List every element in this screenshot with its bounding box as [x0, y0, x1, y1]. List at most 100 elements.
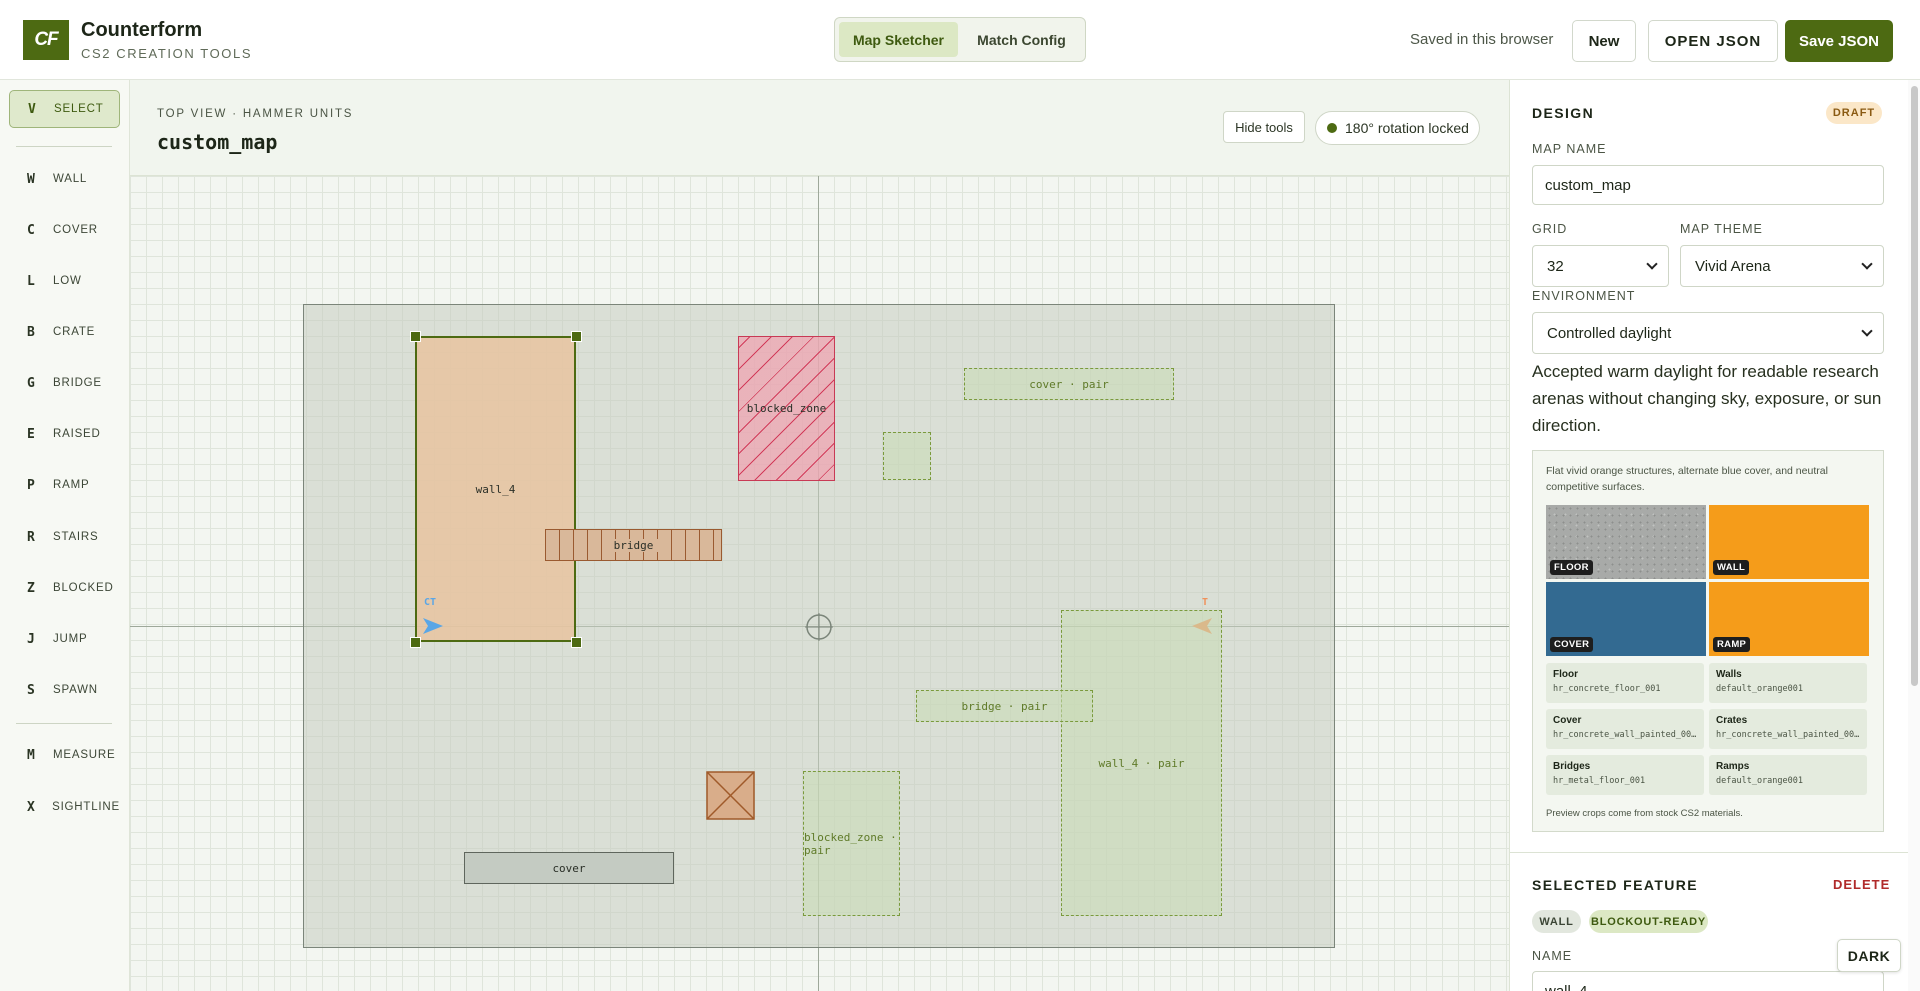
tool-label: CRATE: [53, 326, 96, 338]
tool-key: G: [27, 375, 35, 391]
tool-low[interactable]: L LOW: [9, 262, 120, 300]
feature-bridge-pair[interactable]: bridge · pair: [916, 690, 1093, 722]
app-header: CF Counterform CS2 CREATION TOOLS Map Sk…: [0, 0, 1920, 80]
material-ramps: Ramps default_orange001: [1709, 755, 1867, 795]
map-theme-select[interactable]: Vivid Arena: [1680, 245, 1884, 287]
spawn-ct-arrow-icon[interactable]: [421, 616, 445, 636]
feature-crate-icon[interactable]: [706, 771, 755, 820]
tool-raised[interactable]: E RAISED: [9, 415, 120, 453]
map-title: custom_map: [157, 130, 278, 154]
tool-select[interactable]: V SELECT: [9, 90, 120, 128]
theme-footnote: Preview crops come from stock CS2 materi…: [1546, 808, 1743, 819]
tool-cover[interactable]: C COVER: [9, 211, 120, 249]
resize-handle[interactable]: [571, 637, 582, 648]
tool-label: SIGHTLINE: [52, 801, 120, 813]
tool-key: C: [27, 222, 35, 238]
feature-cover-pair[interactable]: cover · pair: [964, 368, 1174, 400]
feature-label: wall_4 · pair: [1098, 756, 1185, 770]
feature-name-input[interactable]: wall_4: [1532, 971, 1884, 991]
tool-key: P: [27, 477, 35, 493]
feature-bridge[interactable]: bridge: [545, 529, 722, 561]
environment-select[interactable]: Controlled daylight: [1532, 312, 1884, 354]
theme-description: Flat vivid orange structures, alternate …: [1546, 465, 1828, 493]
chevron-down-icon: [1646, 258, 1658, 270]
tool-label: WALL: [53, 173, 88, 185]
feature-status-chip: BLOCKOUT-READY: [1589, 910, 1708, 933]
tool-key: S: [27, 682, 35, 698]
new-button[interactable]: New: [1572, 20, 1636, 62]
feature-label: bridge · pair: [961, 699, 1048, 713]
feature-blocked-zone-pair[interactable]: blocked_zone · pair: [803, 771, 900, 916]
tool-label: SPAWN: [53, 684, 98, 696]
tool-bridge[interactable]: G BRIDGE: [9, 364, 120, 402]
feature-crate-pair[interactable]: [883, 432, 931, 480]
tool-measure[interactable]: M MEASURE: [9, 736, 120, 774]
tool-key: X: [27, 799, 35, 815]
map-name-label: MAP NAME: [1532, 142, 1607, 156]
material-value: default_orange001: [1716, 684, 1803, 694]
rotation-label: 180° rotation locked: [1345, 120, 1469, 136]
swatch-label: FLOOR: [1550, 560, 1593, 575]
material-name: Floor: [1553, 669, 1578, 680]
tool-key: Z: [27, 580, 35, 596]
scrollbar-thumb[interactable]: [1911, 86, 1918, 686]
map-name-input[interactable]: custom_map: [1532, 165, 1884, 205]
brand-title: Counterform: [81, 19, 203, 41]
tool-label: JUMP: [53, 633, 88, 645]
tool-key: M: [27, 747, 35, 763]
map-theme-label: MAP THEME: [1680, 222, 1763, 236]
tool-crate[interactable]: B CRATE: [9, 313, 120, 351]
tool-stairs[interactable]: R STAIRS: [9, 518, 120, 556]
tool-sightline[interactable]: X SIGHTLINE: [9, 788, 120, 826]
tool-label: BLOCKED: [53, 582, 114, 594]
spawn-ct-label: CT: [424, 597, 437, 608]
open-json-button[interactable]: OPEN JSON: [1648, 20, 1778, 62]
material-bridges: Bridges hr_metal_floor_001: [1546, 755, 1704, 795]
tool-spawn[interactable]: S SPAWN: [9, 671, 120, 709]
delete-button[interactable]: DELETE: [1833, 877, 1890, 892]
feature-name-label: NAME: [1532, 949, 1573, 963]
feature-label: wall_4: [475, 482, 516, 496]
material-value: hr_concrete_floor_001: [1553, 684, 1661, 694]
feature-blocked-zone[interactable]: blocked_zone: [738, 336, 835, 481]
hide-tools-button[interactable]: Hide tools: [1223, 111, 1305, 143]
tool-key: V: [28, 101, 36, 117]
swatch-label: WALL: [1713, 560, 1750, 575]
feature-cover[interactable]: cover: [464, 852, 674, 884]
feature-type-chip: WALL: [1532, 910, 1581, 933]
saved-status: Saved in this browser: [1410, 31, 1554, 48]
feature-wall-selected[interactable]: wall_4: [415, 336, 576, 642]
swatch-ramp: RAMP: [1709, 582, 1869, 656]
grid-select[interactable]: 32: [1532, 245, 1669, 287]
dark-mode-button[interactable]: DARK: [1837, 939, 1901, 972]
tab-match-config[interactable]: Match Config: [962, 22, 1081, 57]
swatch-wall: WALL: [1709, 505, 1869, 579]
status-dot-icon: [1327, 123, 1337, 133]
feature-label: blocked_zone: [746, 402, 827, 415]
material-name: Ramps: [1716, 761, 1750, 772]
material-value: default_orange001: [1716, 776, 1803, 786]
feature-label: blocked_zone · pair: [804, 830, 897, 857]
tool-ramp[interactable]: P RAMP: [9, 466, 120, 504]
tool-wall[interactable]: W WALL: [9, 160, 120, 198]
theme-preview: Flat vivid orange structures, alternate …: [1532, 450, 1884, 832]
tool-sidebar: V SELECT W WALL C COVER L LOW B CRATE G …: [0, 80, 130, 991]
map-canvas[interactable]: wall_4 blocked_zone cover · pair bridge …: [130, 176, 1509, 991]
resize-handle[interactable]: [410, 637, 421, 648]
tool-blocked[interactable]: Z BLOCKED: [9, 569, 120, 607]
view-label: TOP VIEW · HAMMER UNITS: [157, 108, 354, 120]
feature-wall-pair[interactable]: wall_4 · pair: [1061, 610, 1222, 916]
spawn-t-label: T: [1202, 597, 1209, 608]
tool-label: LOW: [53, 275, 82, 287]
save-json-button[interactable]: Save JSON: [1785, 20, 1893, 62]
status-badge: DRAFT: [1826, 102, 1882, 124]
material-value: hr_concrete_wall_painted_001...: [1716, 730, 1860, 740]
section-divider: [1510, 852, 1920, 853]
resize-handle[interactable]: [571, 331, 582, 342]
tab-map-sketcher[interactable]: Map Sketcher: [839, 22, 958, 57]
resize-handle[interactable]: [410, 331, 421, 342]
environment-value: Controlled daylight: [1547, 324, 1672, 342]
rotation-lock-toggle[interactable]: 180° rotation locked: [1315, 111, 1480, 145]
chevron-down-icon: [1861, 258, 1873, 270]
tool-jump[interactable]: J JUMP: [9, 620, 120, 658]
